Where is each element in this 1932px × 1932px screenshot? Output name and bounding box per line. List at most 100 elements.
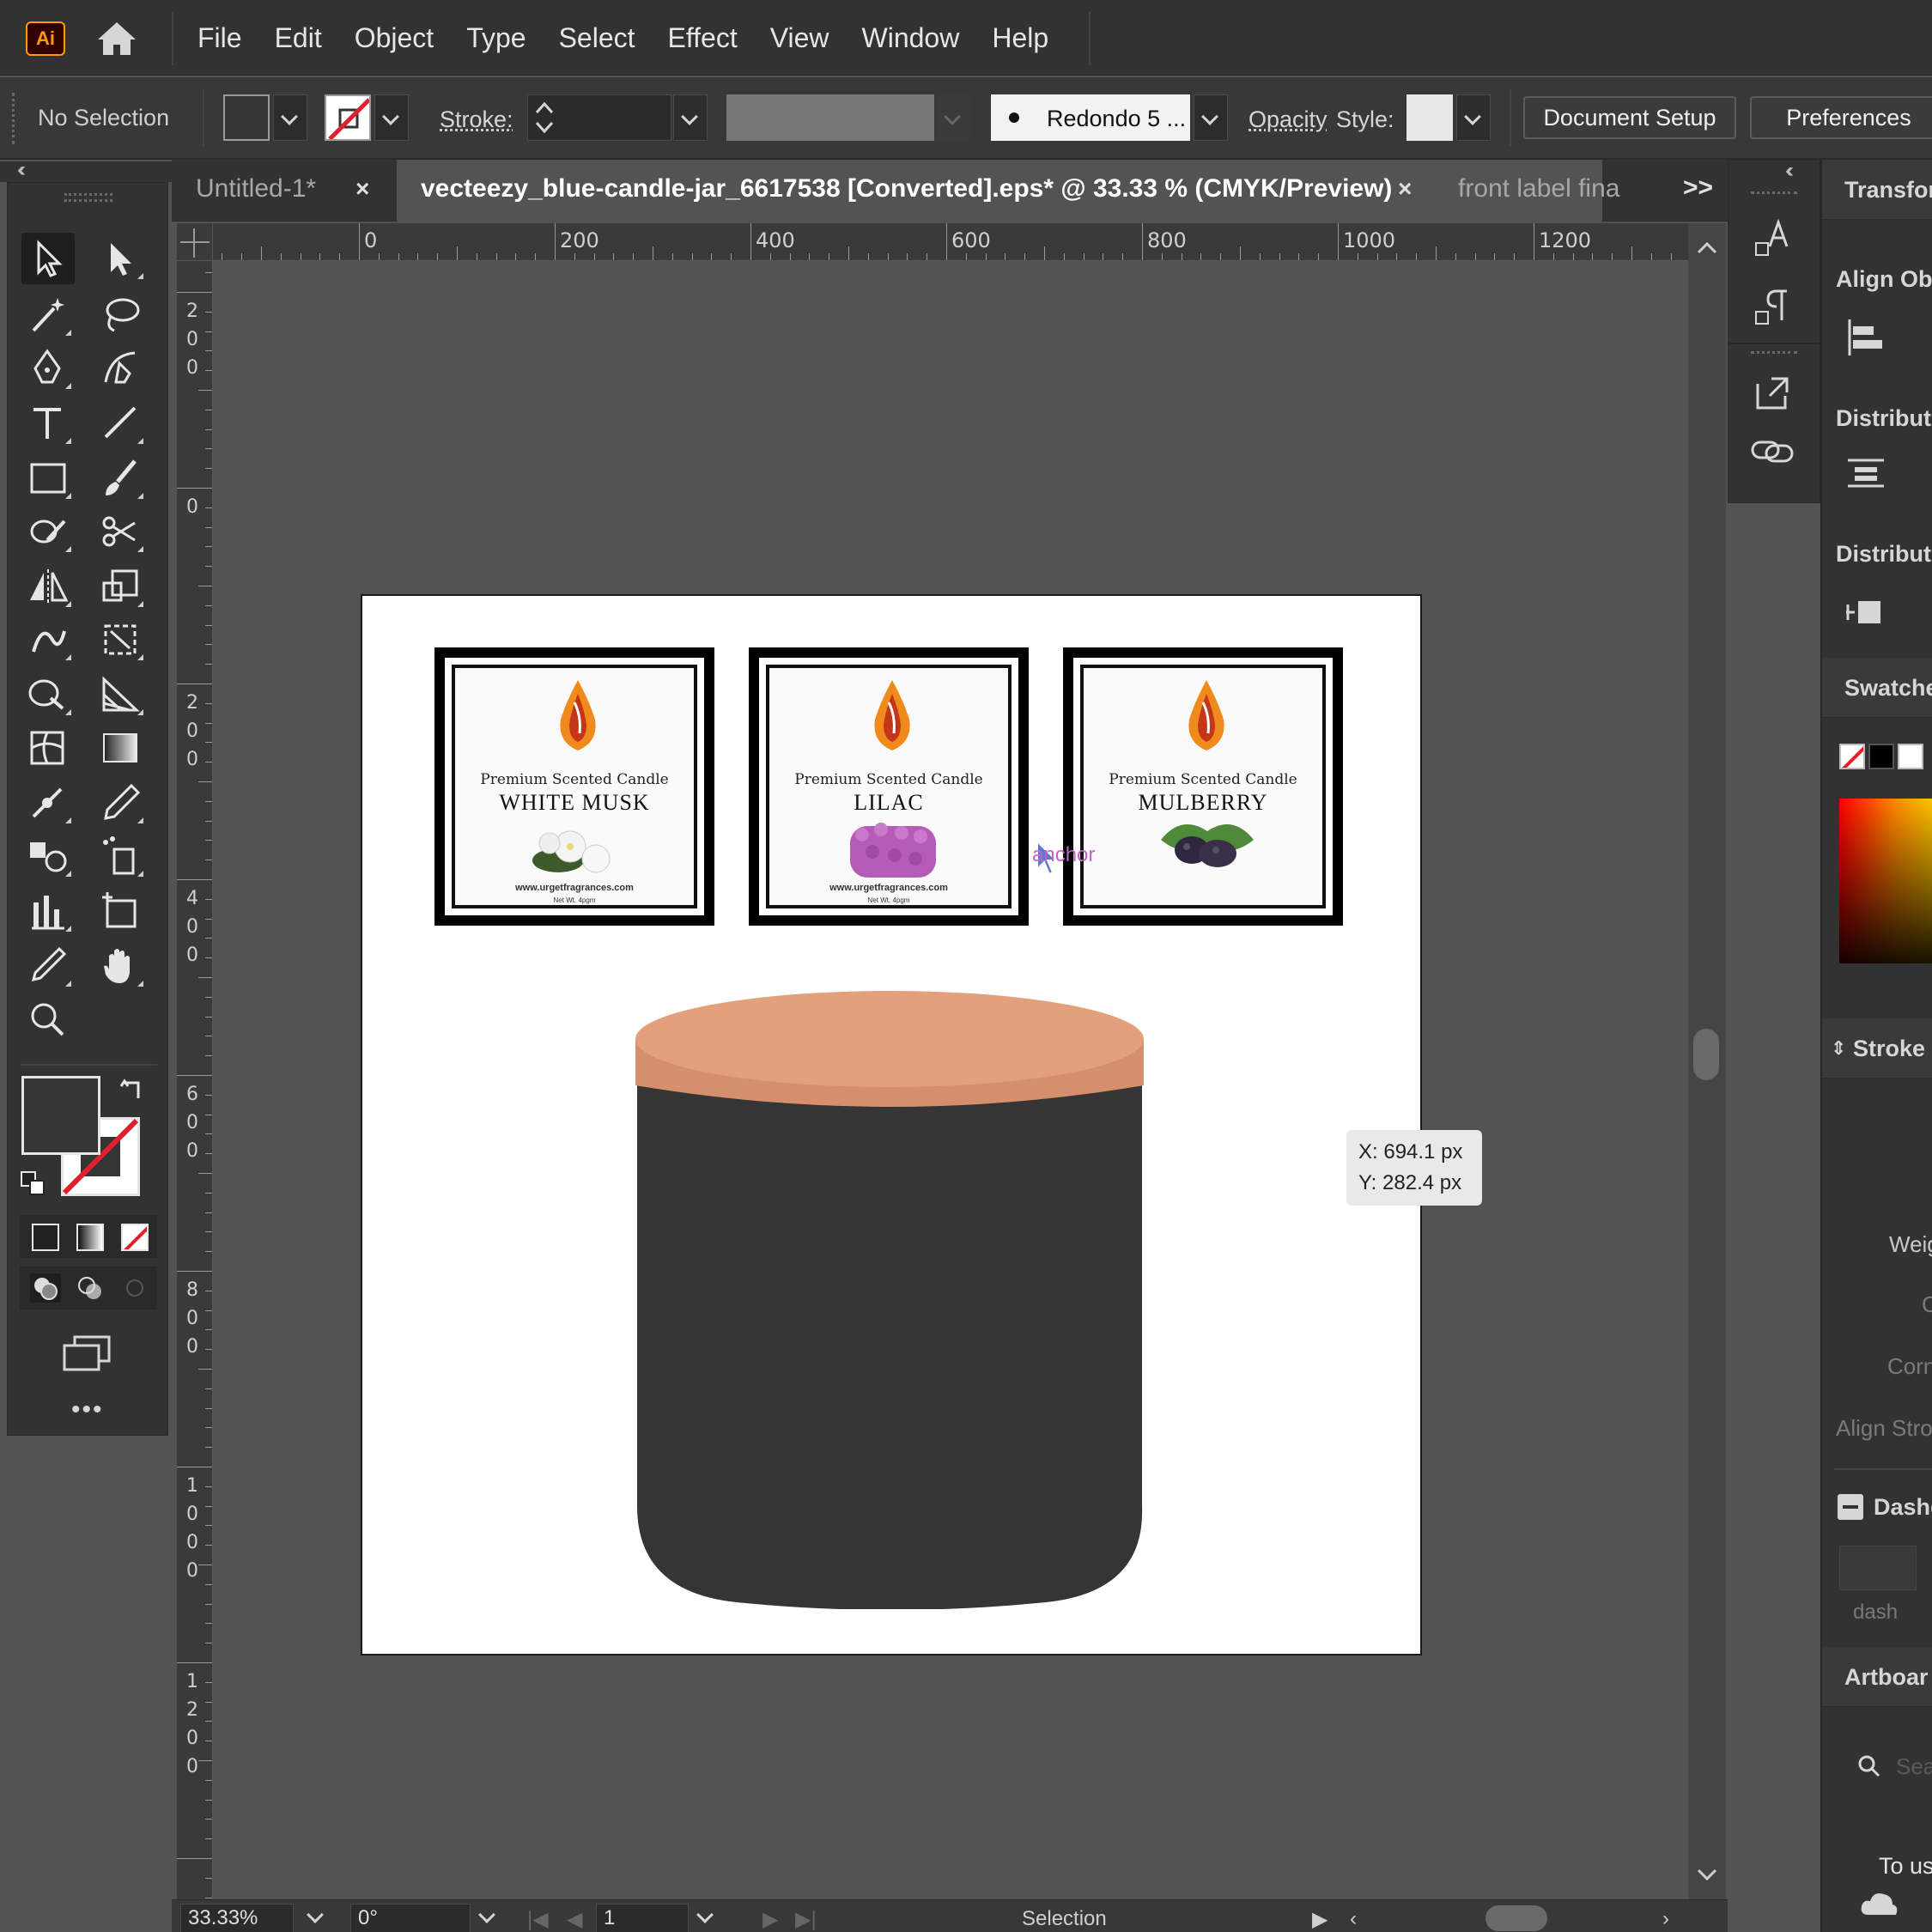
menu-window[interactable]: Window [862,22,960,54]
close-icon[interactable]: × [1398,175,1412,203]
stroke-dropdown-button[interactable] [374,94,409,141]
white-swatch[interactable] [1898,744,1923,769]
grip-handle[interactable] [1751,351,1797,358]
draw-behind-icon[interactable] [75,1273,106,1303]
close-icon[interactable]: × [355,175,369,203]
stroke-label[interactable]: Stroke: [440,106,513,133]
draw-inside-icon[interactable] [119,1273,150,1303]
zoom-tool-icon[interactable] [21,993,75,1045]
tab-overflow-button[interactable]: >> [1683,173,1713,203]
blend-tool-icon[interactable] [21,830,75,882]
fill-swatch[interactable] [223,94,270,141]
rotation-field[interactable]: 0° [350,1904,471,1932]
artboard-number-field[interactable]: 1 [596,1904,689,1932]
grip-handle[interactable] [12,93,17,144]
none-swatch[interactable] [1839,744,1865,769]
color-mode-icon[interactable] [32,1224,59,1251]
label-card[interactable]: Premium Scented Candle MULBERRY [1063,647,1343,926]
stroke-swatch[interactable] [325,94,371,141]
align-left-icon[interactable] [1844,316,1887,359]
canvas[interactable]: Premium Scented Candle WHITE MUSK www.ur… [213,261,1688,1901]
menu-select[interactable]: Select [559,22,635,54]
column-graph-tool-icon[interactable] [21,885,75,937]
vertical-ruler[interactable]: 200 0 200 400 600 800 1000 1200 [177,261,213,1901]
draw-normal-icon[interactable] [30,1273,61,1303]
stroke-panel-tab[interactable]: ⇕ Stroke [1822,1018,1932,1078]
fill-color-box[interactable] [21,1076,100,1155]
last-artboard-icon[interactable]: ▶| [795,1907,817,1932]
preferences-button[interactable]: Preferences [1750,96,1932,139]
reflect-tool-icon[interactable] [21,561,75,612]
brush-definition-field[interactable]: Redondo 5 ... [991,94,1190,141]
stroke-weight-field[interactable] [527,94,671,141]
stroke-weight-dropdown[interactable] [673,94,708,141]
selection-tool-icon[interactable] [21,233,75,284]
menu-object[interactable]: Object [355,22,434,54]
style-dropdown[interactable] [1456,94,1491,141]
swatches-panel-tab[interactable]: Swatche [1822,658,1932,718]
gradient-tool-icon[interactable] [94,722,147,774]
brush-dropdown[interactable] [1194,94,1228,141]
lasso-tool-icon[interactable] [94,289,147,341]
slice-tool-icon[interactable] [21,940,75,992]
document-setup-button[interactable]: Document Setup [1523,96,1736,139]
distribute-spacing-icon[interactable] [1844,591,1887,634]
paragraph-panel-icon[interactable] [1747,281,1799,332]
previous-artboard-icon[interactable]: ◀ [567,1907,582,1932]
home-icon[interactable] [93,15,141,62]
eyedropper-tool-icon[interactable] [94,777,147,829]
opacity-label[interactable]: Opacity [1249,106,1327,133]
cloud-icon[interactable] [1858,1887,1899,1922]
scroll-left-icon[interactable]: ‹ [1350,1907,1357,1931]
type-tool-icon[interactable] [21,398,75,449]
pen-tool-icon[interactable] [21,343,75,394]
fill-dropdown-button[interactable] [273,94,307,141]
horizontal-ruler[interactable]: 0 200 400 600 800 1000 1200 [213,223,1688,261]
profile-dropdown[interactable] [936,94,970,141]
more-tools-icon[interactable]: ••• [71,1395,104,1425]
menu-help[interactable]: Help [992,22,1048,54]
zoom-field[interactable]: 33.33% [180,1904,294,1932]
grip-handle[interactable] [1751,191,1797,198]
swap-fill-stroke-icon[interactable] [118,1078,145,1105]
candle-jar-illustration[interactable] [634,991,1149,1609]
scrollbar-thumb[interactable] [1693,1029,1719,1080]
rectangle-tool-icon[interactable] [21,453,75,504]
menu-file[interactable]: File [197,22,242,54]
direct-selection-tool-icon[interactable] [94,233,147,284]
menu-effect[interactable]: Effect [668,22,738,54]
export-icon[interactable] [1747,367,1799,418]
collapse-icon[interactable]: ‹‹ [17,158,21,182]
screen-mode-icon[interactable] [61,1334,112,1371]
stepper-icon[interactable] [532,95,557,140]
dashed-line-checkbox[interactable] [1838,1494,1863,1520]
shape-builder-tool-icon[interactable] [21,669,75,720]
artboard-search-input[interactable]: Sea [1896,1753,1932,1780]
dash-field[interactable] [1839,1546,1917,1590]
hand-tool-icon[interactable] [94,940,147,992]
menu-edit[interactable]: Edit [275,22,322,54]
zoom-dropdown[interactable] [304,1902,330,1931]
label-card[interactable]: Premium Scented Candle LILAC www.urgetfr… [749,647,1029,926]
puppet-warp-tool-icon[interactable] [21,777,75,829]
scissors-tool-icon[interactable] [94,506,147,557]
status-menu-icon[interactable]: ▶ [1312,1907,1327,1932]
symbol-sprayer-tool-icon[interactable] [94,830,147,882]
horizontal-scrollbar-thumb[interactable] [1485,1905,1547,1931]
ruler-origin[interactable] [177,223,213,261]
default-colors-icon[interactable] [20,1170,46,1196]
curvature-tool-icon[interactable] [94,343,147,394]
scroll-down-icon[interactable] [1688,1862,1726,1887]
artboard-dropdown[interactable] [694,1902,720,1931]
rotation-dropdown[interactable] [476,1902,501,1931]
magic-wand-tool-icon[interactable] [21,289,75,341]
none-mode-icon[interactable] [121,1224,149,1251]
free-transform-tool-icon[interactable] [94,614,147,665]
tab-front-label[interactable]: front label fina [1434,160,1652,222]
gradient-mode-icon[interactable] [76,1224,104,1251]
graphic-style-swatch[interactable] [1406,94,1453,141]
artboard[interactable]: Premium Scented Candle WHITE MUSK www.ur… [361,594,1422,1656]
links-icon[interactable] [1747,425,1799,477]
scroll-right-icon[interactable]: › [1662,1907,1669,1931]
distribute-vertical-icon[interactable] [1844,452,1887,495]
